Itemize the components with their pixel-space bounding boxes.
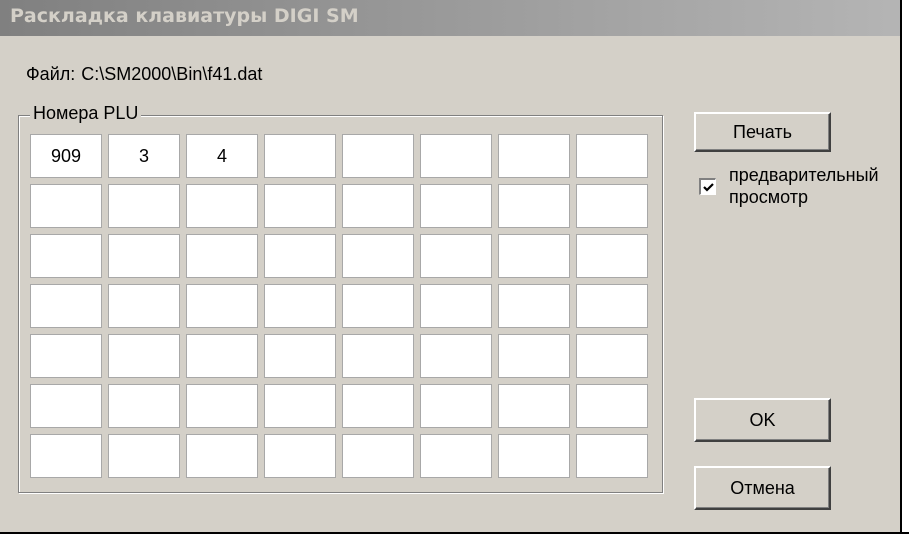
plu-cell[interactable]	[576, 134, 648, 178]
plu-cell[interactable]	[342, 434, 414, 478]
plu-cell[interactable]	[186, 384, 258, 428]
plu-grid: 909 3 4	[30, 134, 654, 478]
preview-label-line1: предварительный	[729, 165, 879, 185]
plu-cell[interactable]	[264, 284, 336, 328]
plu-cell[interactable]	[498, 234, 570, 278]
plu-cell[interactable]: 909	[30, 134, 102, 178]
plu-cell[interactable]	[108, 384, 180, 428]
plu-cell[interactable]	[498, 334, 570, 378]
window-right-edge	[900, 0, 909, 542]
plu-cell[interactable]	[342, 334, 414, 378]
plu-cell[interactable]	[342, 184, 414, 228]
plu-cell[interactable]	[498, 284, 570, 328]
plu-cell[interactable]	[420, 334, 492, 378]
plu-cell[interactable]	[498, 434, 570, 478]
title-bar[interactable]: Раскладка клавиатуры DIGI SM	[0, 0, 909, 36]
plu-cell[interactable]	[264, 384, 336, 428]
plu-cell[interactable]	[186, 184, 258, 228]
plu-cell[interactable]	[264, 184, 336, 228]
plu-cell[interactable]	[420, 134, 492, 178]
plu-cell[interactable]	[186, 434, 258, 478]
file-path: C:\SM2000\Bin\f41.dat	[81, 64, 263, 84]
plu-cell[interactable]	[576, 384, 648, 428]
plu-cell[interactable]	[342, 384, 414, 428]
plu-cell[interactable]	[498, 184, 570, 228]
plu-cell[interactable]	[30, 184, 102, 228]
plu-cell[interactable]	[186, 334, 258, 378]
plu-cell[interactable]	[108, 184, 180, 228]
plu-cell[interactable]	[30, 434, 102, 478]
plu-cell[interactable]	[342, 234, 414, 278]
plu-cell[interactable]	[342, 284, 414, 328]
plu-cell[interactable]: 3	[108, 134, 180, 178]
plu-cell[interactable]	[108, 334, 180, 378]
plu-cell[interactable]: 4	[186, 134, 258, 178]
plu-cell[interactable]	[186, 284, 258, 328]
window-bottom-edge	[0, 532, 909, 542]
plu-cell[interactable]	[420, 234, 492, 278]
plu-cell[interactable]	[264, 334, 336, 378]
plu-cell[interactable]	[420, 284, 492, 328]
plu-cell[interactable]	[420, 184, 492, 228]
plu-cell[interactable]	[420, 434, 492, 478]
plu-cell[interactable]	[342, 134, 414, 178]
plu-cell[interactable]	[264, 134, 336, 178]
plu-cell[interactable]	[576, 434, 648, 478]
plu-cell[interactable]	[30, 284, 102, 328]
dialog-window: Раскладка клавиатуры DIGI SM Файл: C:\SM2…	[0, 0, 909, 542]
plu-cell[interactable]	[498, 384, 570, 428]
plu-cell[interactable]	[420, 384, 492, 428]
file-info: Файл: C:\SM2000\Bin\f41.dat	[26, 64, 262, 85]
plu-cell[interactable]	[108, 284, 180, 328]
plu-cell[interactable]	[576, 234, 648, 278]
checkmark-icon	[703, 183, 714, 192]
preview-checkbox-label[interactable]: предварительный просмотр	[729, 164, 909, 208]
print-button[interactable]: Печать	[694, 112, 831, 152]
plu-cell[interactable]	[576, 284, 648, 328]
window-title: Раскладка клавиатуры DIGI SM	[10, 5, 359, 27]
plu-cell[interactable]	[576, 184, 648, 228]
plu-cell[interactable]	[264, 234, 336, 278]
file-label: Файл:	[26, 64, 76, 84]
plu-cell[interactable]	[30, 334, 102, 378]
preview-checkbox[interactable]	[699, 178, 716, 195]
ok-button[interactable]: OK	[694, 398, 831, 442]
plu-cell[interactable]	[498, 134, 570, 178]
plu-group-title: Номера PLU	[30, 103, 142, 124]
plu-cell[interactable]	[108, 434, 180, 478]
plu-cell[interactable]	[108, 234, 180, 278]
cancel-button[interactable]: Отмена	[694, 466, 831, 510]
plu-cell[interactable]	[30, 234, 102, 278]
plu-cell[interactable]	[30, 384, 102, 428]
plu-cell[interactable]	[264, 434, 336, 478]
plu-cell[interactable]	[576, 334, 648, 378]
preview-label-line2: просмотр	[729, 187, 809, 207]
plu-cell[interactable]	[186, 234, 258, 278]
